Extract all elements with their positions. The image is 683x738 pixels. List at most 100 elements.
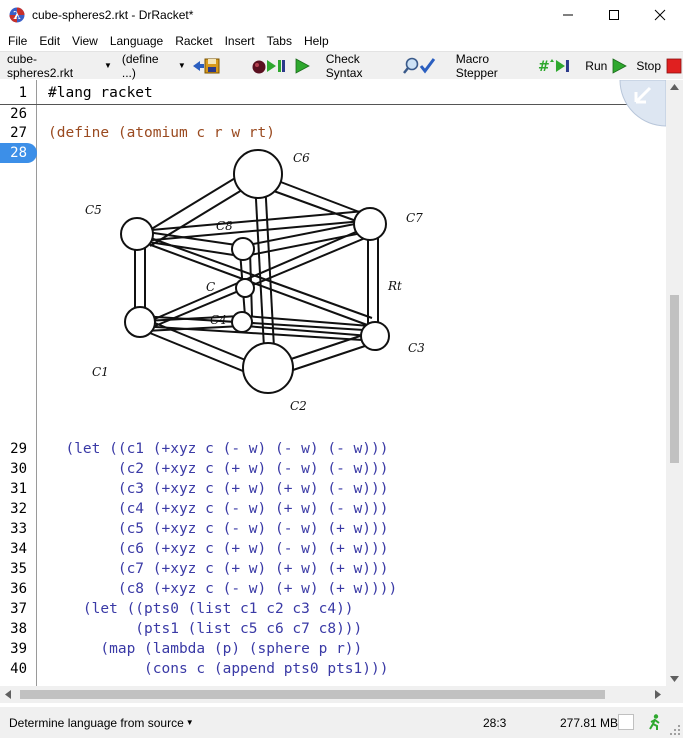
stop-button[interactable]: Stop — [636, 55, 683, 77]
stop-label: Stop — [636, 58, 661, 73]
definitions-editor[interactable]: 1 #lang racket 26 27 (define (atomium c … — [0, 80, 666, 686]
vertical-scroll-thumb[interactable] — [670, 295, 679, 463]
window-title: cube-spheres2.rkt - DrRacket* — [32, 8, 194, 22]
label-rt: Rt — [387, 279, 402, 293]
macro-stepper-button[interactable]: Macro Stepper # — [455, 51, 574, 80]
menu-tabs[interactable]: Tabs — [261, 34, 298, 48]
line-number: 27 — [10, 125, 27, 141]
label-c3: C3 — [408, 341, 425, 355]
scroll-down-icon[interactable] — [670, 676, 679, 682]
running-man-icon — [649, 714, 660, 730]
label-c6: C6 — [293, 151, 310, 165]
stop-icon — [666, 58, 682, 73]
code-line: (c6 (+xyz c (+ w) (- w) (+ w))) — [48, 541, 389, 557]
dropdown-arrow-icon: ▼ — [103, 61, 112, 70]
line-number: 32 — [10, 501, 27, 517]
line-number: 31 — [10, 481, 27, 497]
label-c4: C4 — [210, 313, 227, 327]
run-label: Run — [585, 58, 608, 73]
line-number: 33 — [10, 521, 27, 537]
label-c1: C1 — [92, 365, 109, 379]
run-button[interactable]: Run — [585, 55, 628, 77]
line-number: 26 — [10, 106, 27, 122]
label-c: C — [206, 280, 215, 294]
code-line: (map (lambda (p) (sphere p r)) — [48, 641, 363, 657]
code-line: (c5 (+xyz c (- w) (- w) (+ w))) — [48, 521, 389, 537]
line-number-active: 28 — [0, 143, 37, 163]
scrollbar-corner — [666, 686, 683, 703]
menu-racket[interactable]: Racket — [169, 34, 218, 48]
code-line: (c2 (+xyz c (+ w) (- w) (- w))) — [48, 461, 389, 477]
dropdown-arrow-icon: ▼ — [177, 61, 186, 70]
scroll-left-icon[interactable] — [5, 690, 11, 699]
macro-stepper-icon: # — [538, 58, 570, 74]
line-number: 40 — [10, 661, 27, 677]
menu-insert[interactable]: Insert — [219, 34, 261, 48]
maximize-icon — [609, 10, 619, 20]
run-icon — [612, 57, 628, 74]
label-c7: C7 — [406, 211, 423, 225]
code-line-27: (define (atomium c r w rt) — [48, 125, 275, 141]
status-bar: Determine language from source ▼ 28:3 27… — [0, 707, 683, 738]
label-c8: C8 — [216, 219, 233, 233]
label-c2: C2 — [290, 399, 307, 413]
cursor-position: 28:3 — [483, 715, 507, 730]
define-menu-label: (define ...) — [121, 51, 159, 80]
menu-help[interactable]: Help — [298, 34, 335, 48]
macro-stepper-label: Macro Stepper — [455, 51, 498, 80]
menu-file[interactable]: File — [2, 34, 33, 48]
save-icon — [192, 58, 220, 73]
horizontal-scroll-thumb[interactable] — [20, 690, 605, 699]
lang-line-separator — [0, 104, 666, 105]
save-button[interactable] — [191, 55, 221, 77]
line-number: 30 — [10, 461, 27, 477]
close-button[interactable] — [637, 0, 683, 30]
scroll-to-top-corner-icon[interactable] — [606, 80, 666, 128]
line-number: 1 — [18, 85, 27, 101]
horizontal-scrollbar[interactable] — [0, 686, 666, 703]
line-number: 29 — [10, 441, 27, 457]
file-menu-button[interactable]: cube-spheres2.rkt ▼ — [7, 51, 112, 80]
lang-line: #lang racket — [48, 85, 153, 101]
drracket-logo-icon: λ — [9, 7, 25, 23]
scroll-right-icon[interactable] — [655, 690, 661, 699]
code-line: (pts1 (list c5 c6 c7 c8))) — [48, 621, 363, 637]
menu-language[interactable]: Language — [104, 34, 169, 48]
dropdown-arrow-icon: ▼ — [185, 718, 194, 727]
magnifier-check-icon — [402, 57, 435, 74]
title-bar: λ cube-spheres2.rkt - DrRacket* — [0, 0, 683, 30]
minimize-button[interactable] — [545, 0, 591, 30]
play-icon — [295, 57, 310, 74]
resize-grip-icon[interactable] — [669, 724, 681, 736]
line-number: 39 — [10, 641, 27, 657]
debug-icon — [252, 59, 285, 73]
code-line: (cons c (append pts0 pts1))) — [48, 661, 389, 677]
line-number: 37 — [10, 601, 27, 617]
line-number: 38 — [10, 621, 27, 637]
step-button[interactable] — [293, 55, 311, 77]
vertical-scrollbar[interactable] — [666, 80, 683, 686]
scroll-up-icon[interactable] — [670, 84, 679, 90]
menu-bar: File Edit View Language Racket Insert Ta… — [0, 30, 683, 51]
check-syntax-label: Check Syntax — [325, 51, 363, 80]
check-syntax-button[interactable]: Check Syntax — [325, 51, 437, 80]
line-number: 35 — [10, 561, 27, 577]
toolbar: cube-spheres2.rkt ▼ (define ...) ▼ Check… — [0, 51, 683, 80]
code-line: (c7 (+xyz c (+ w) (+ w) (+ w))) — [48, 561, 389, 577]
menu-view[interactable]: View — [66, 34, 104, 48]
memory-usage[interactable]: 277.81 MB — [560, 716, 618, 730]
define-menu-button[interactable]: (define ...) ▼ — [121, 51, 186, 80]
language-selector[interactable]: Determine language from source ▼ — [9, 716, 194, 730]
menu-edit[interactable]: Edit — [33, 34, 66, 48]
minimize-icon — [563, 14, 573, 16]
line-number: 36 — [10, 581, 27, 597]
maximize-button[interactable] — [591, 0, 637, 30]
code-line: (let ((pts0 (list c1 c2 c3 c4)) — [48, 601, 354, 617]
debug-button[interactable] — [251, 55, 287, 77]
code-line: (c3 (+xyz c (+ w) (+ w) (- w))) — [48, 481, 389, 497]
file-menu-label: cube-spheres2.rkt — [7, 51, 74, 80]
svg-text:λ: λ — [13, 9, 21, 22]
line-number: 34 — [10, 541, 27, 557]
code-line: (c8 (+xyz c (- w) (+ w) (+ w)))) — [48, 581, 398, 597]
language-label: Determine language from source — [9, 715, 184, 730]
